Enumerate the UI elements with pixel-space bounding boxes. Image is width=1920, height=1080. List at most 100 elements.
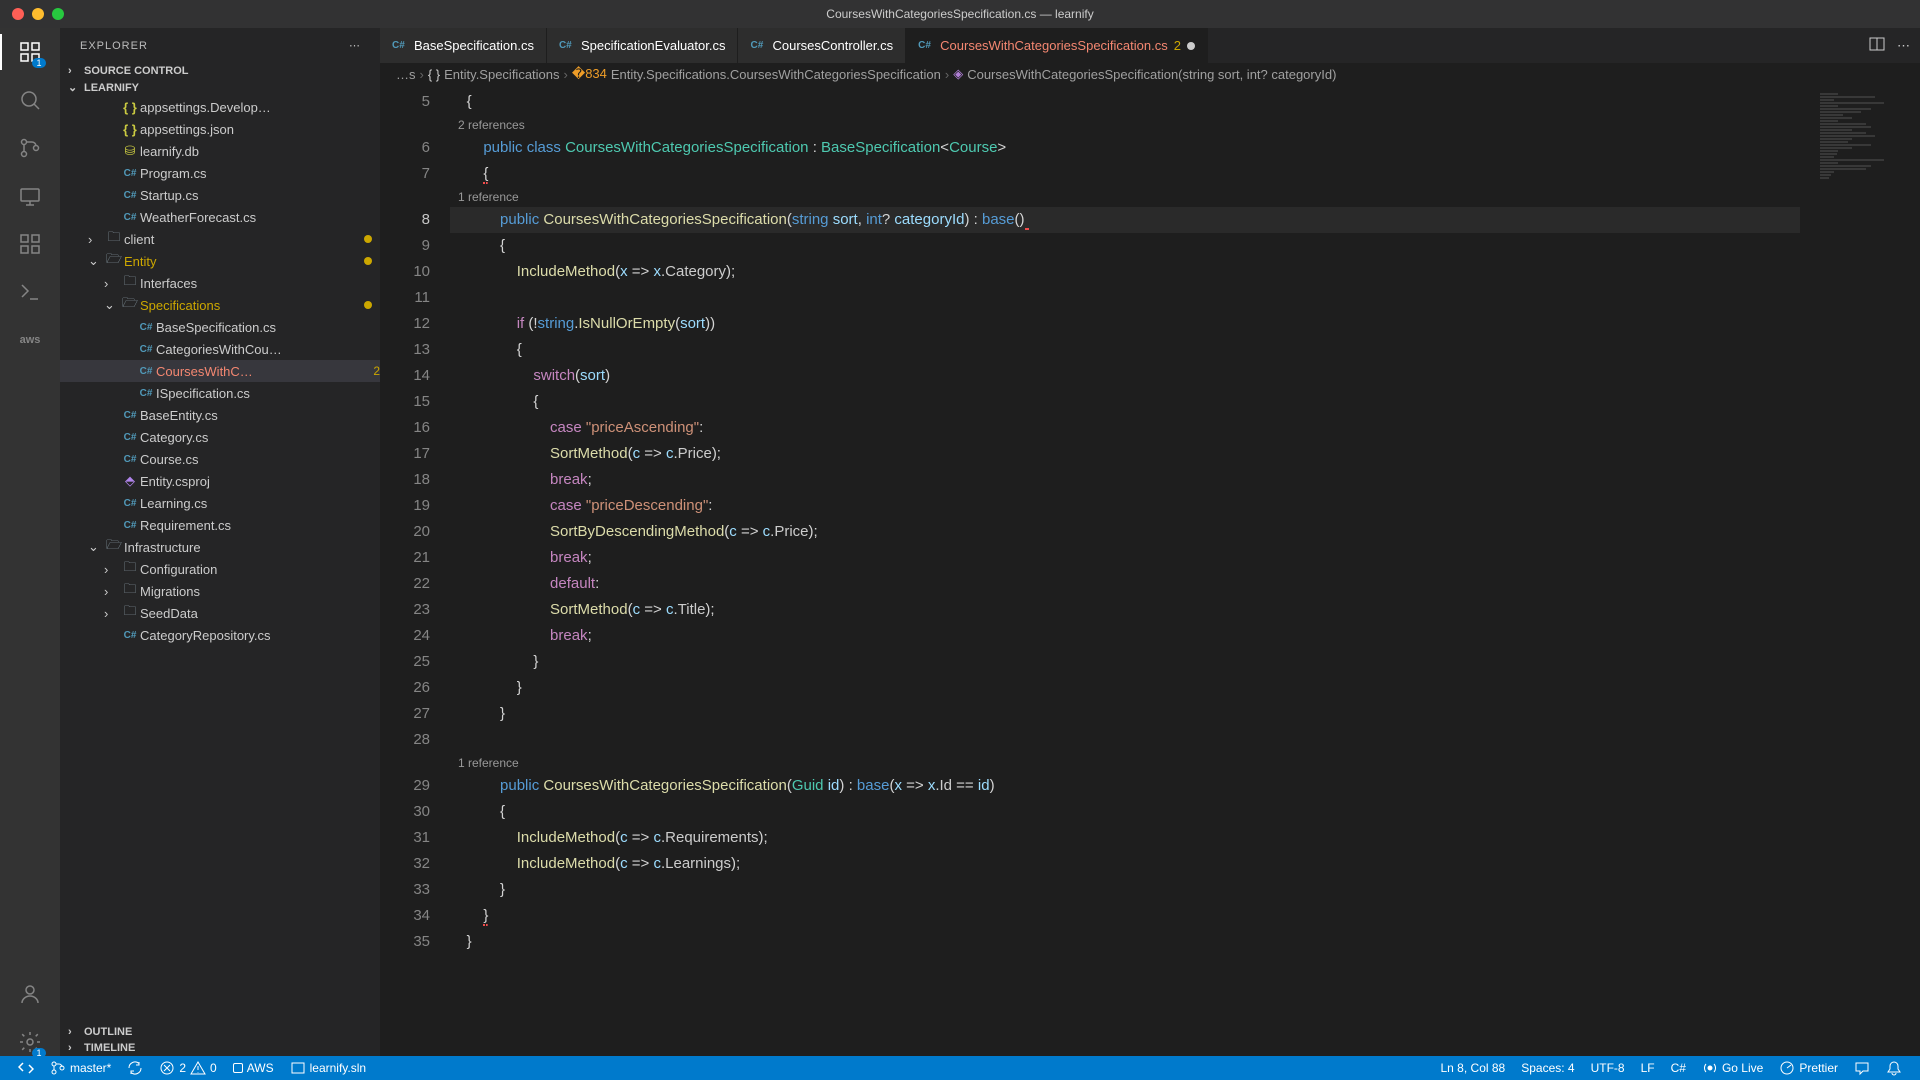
tree-item[interactable]: C#Learning.cs [60, 492, 380, 514]
tree-item[interactable]: C#BaseEntity.cs [60, 404, 380, 426]
code-line[interactable]: SortMethod(c => c.Title); [450, 597, 1800, 623]
tree-item[interactable]: ›🗀SeedData [60, 602, 380, 624]
codelens[interactable]: 1 reference [450, 187, 1800, 207]
tree-item[interactable]: C#Program.cs [60, 162, 380, 184]
code-line[interactable]: { [450, 389, 1800, 415]
tree-item[interactable]: ›🗀Configuration [60, 558, 380, 580]
tree-item[interactable]: C#ISpecification.cs [60, 382, 380, 404]
codelens[interactable]: 1 reference [450, 753, 1800, 773]
source-control-section[interactable]: › SOURCE CONTROL [60, 63, 380, 79]
powershell-activity-icon[interactable] [16, 278, 44, 306]
tree-item[interactable]: ⌄🗁Entity [60, 250, 380, 272]
code-line[interactable]: } [450, 649, 1800, 675]
aws-activity-icon[interactable]: aws [16, 326, 44, 354]
tree-item[interactable]: C#CategoryRepository.cs [60, 624, 380, 646]
tree-item[interactable]: ⛁learnify.db [60, 140, 380, 162]
minimize-window-button[interactable] [32, 8, 44, 20]
code-line[interactable]: { [450, 337, 1800, 363]
outline-section[interactable]: › OUTLINE [60, 1024, 380, 1040]
code-line[interactable]: default: [450, 571, 1800, 597]
source-control-activity-icon[interactable] [16, 134, 44, 162]
notifications-status[interactable] [1878, 1056, 1910, 1080]
tree-item[interactable]: { }appsettings.Develop… [60, 96, 380, 118]
codelens[interactable]: 2 references [450, 115, 1800, 135]
search-activity-icon[interactable] [16, 86, 44, 114]
code-line[interactable]: if (!string.IsNullOrEmpty(sort)) [450, 311, 1800, 337]
tree-item[interactable]: C#WeatherForecast.cs [60, 206, 380, 228]
solution-status[interactable]: learnify.sln [282, 1056, 374, 1080]
breadcrumb-item[interactable]: …s [396, 67, 416, 82]
cursor-position-status[interactable]: Ln 8, Col 88 [1433, 1056, 1514, 1080]
explorer-more-icon[interactable]: ⋯ [349, 39, 360, 52]
tree-item[interactable]: C#Startup.cs [60, 184, 380, 206]
code-line[interactable]: IncludeMethod(x => x.Category); [450, 259, 1800, 285]
code-line[interactable]: case "priceDescending": [450, 493, 1800, 519]
workspace-section[interactable]: ⌄ LEARNIFY [60, 79, 380, 96]
explorer-activity-icon[interactable]: 1 [16, 38, 44, 66]
settings-activity-icon[interactable]: 1 [16, 1028, 44, 1056]
breadcrumb-item[interactable]: { }Entity.Specifications [428, 67, 560, 82]
tree-item[interactable]: C#Category.cs [60, 426, 380, 448]
code-line[interactable]: public CoursesWithCategoriesSpecificatio… [450, 773, 1800, 799]
aws-status[interactable]: AWS [225, 1056, 282, 1080]
code-line[interactable]: switch(sort) [450, 363, 1800, 389]
close-window-button[interactable] [12, 8, 24, 20]
eol-status[interactable]: LF [1633, 1056, 1663, 1080]
code-line[interactable]: SortMethod(c => c.Price); [450, 441, 1800, 467]
code-line[interactable]: } [450, 929, 1800, 955]
breadcrumbs[interactable]: …s›{ }Entity.Specifications›�834Entity.S… [380, 63, 1920, 85]
code-editor[interactable]: 5678910111213141516171819202122232425262… [380, 85, 1920, 1056]
code-line[interactable]: { [450, 89, 1800, 115]
tree-item[interactable]: { }appsettings.json [60, 118, 380, 140]
tree-item[interactable]: ⌄🗁Specifications [60, 294, 380, 316]
code-content[interactable]: { 2 references public class CoursesWithC… [450, 85, 1800, 1056]
code-line[interactable]: public class CoursesWithCategoriesSpecif… [450, 135, 1800, 161]
code-line[interactable]: { [450, 799, 1800, 825]
tree-item[interactable]: C#CategoriesWithCou… [60, 338, 380, 360]
code-line[interactable]: break; [450, 545, 1800, 571]
remote-activity-icon[interactable] [16, 182, 44, 210]
tree-item[interactable]: ›🗀Migrations [60, 580, 380, 602]
maximize-window-button[interactable] [52, 8, 64, 20]
indentation-status[interactable]: Spaces: 4 [1513, 1056, 1582, 1080]
code-line[interactable]: IncludeMethod(c => c.Learnings); [450, 851, 1800, 877]
split-editor-icon[interactable] [1869, 36, 1885, 55]
extensions-activity-icon[interactable] [16, 230, 44, 258]
code-line[interactable]: { [450, 233, 1800, 259]
code-line[interactable]: break; [450, 623, 1800, 649]
code-line[interactable] [450, 727, 1800, 753]
encoding-status[interactable]: UTF-8 [1583, 1056, 1633, 1080]
editor-tab[interactable]: C#SpecificationEvaluator.cs [547, 28, 739, 63]
editor-tab[interactable]: C#CoursesWithCategoriesSpecification.cs2 [906, 28, 1208, 63]
golive-status[interactable]: Go Live [1694, 1056, 1771, 1080]
code-line[interactable] [450, 285, 1800, 311]
code-line[interactable]: public CoursesWithCategoriesSpecificatio… [450, 207, 1800, 233]
language-status[interactable]: C# [1663, 1056, 1694, 1080]
timeline-section[interactable]: › TIMELINE [60, 1040, 380, 1056]
code-line[interactable]: } [450, 701, 1800, 727]
code-line[interactable]: } [450, 903, 1800, 929]
tree-item[interactable]: ⌄🗁Infrastructure [60, 536, 380, 558]
code-line[interactable]: } [450, 877, 1800, 903]
tree-item[interactable]: ⬘Entity.csproj [60, 470, 380, 492]
remote-status[interactable] [10, 1056, 42, 1080]
git-sync-status[interactable] [119, 1056, 151, 1080]
problems-status[interactable]: 2 0 [151, 1056, 224, 1080]
git-branch-status[interactable]: master* [42, 1056, 119, 1080]
account-activity-icon[interactable] [16, 980, 44, 1008]
tree-item[interactable]: C#CoursesWithC…2 [60, 360, 380, 382]
minimap[interactable] [1800, 85, 1920, 1056]
code-line[interactable]: SortByDescendingMethod(c => c.Price); [450, 519, 1800, 545]
tree-item[interactable]: C#Requirement.cs [60, 514, 380, 536]
code-line[interactable]: } [450, 675, 1800, 701]
prettier-status[interactable]: Prettier [1771, 1056, 1846, 1080]
breadcrumb-item[interactable]: �834Entity.Specifications.CoursesWithCat… [572, 66, 941, 82]
code-line[interactable]: case "priceAscending": [450, 415, 1800, 441]
code-line[interactable]: break; [450, 467, 1800, 493]
feedback-status[interactable] [1846, 1056, 1878, 1080]
tree-item[interactable]: C#BaseSpecification.cs [60, 316, 380, 338]
editor-tab[interactable]: C#BaseSpecification.cs [380, 28, 547, 63]
tree-item[interactable]: C#Course.cs [60, 448, 380, 470]
more-actions-icon[interactable]: ⋯ [1897, 38, 1910, 54]
editor-tab[interactable]: C#CoursesController.cs [738, 28, 906, 63]
